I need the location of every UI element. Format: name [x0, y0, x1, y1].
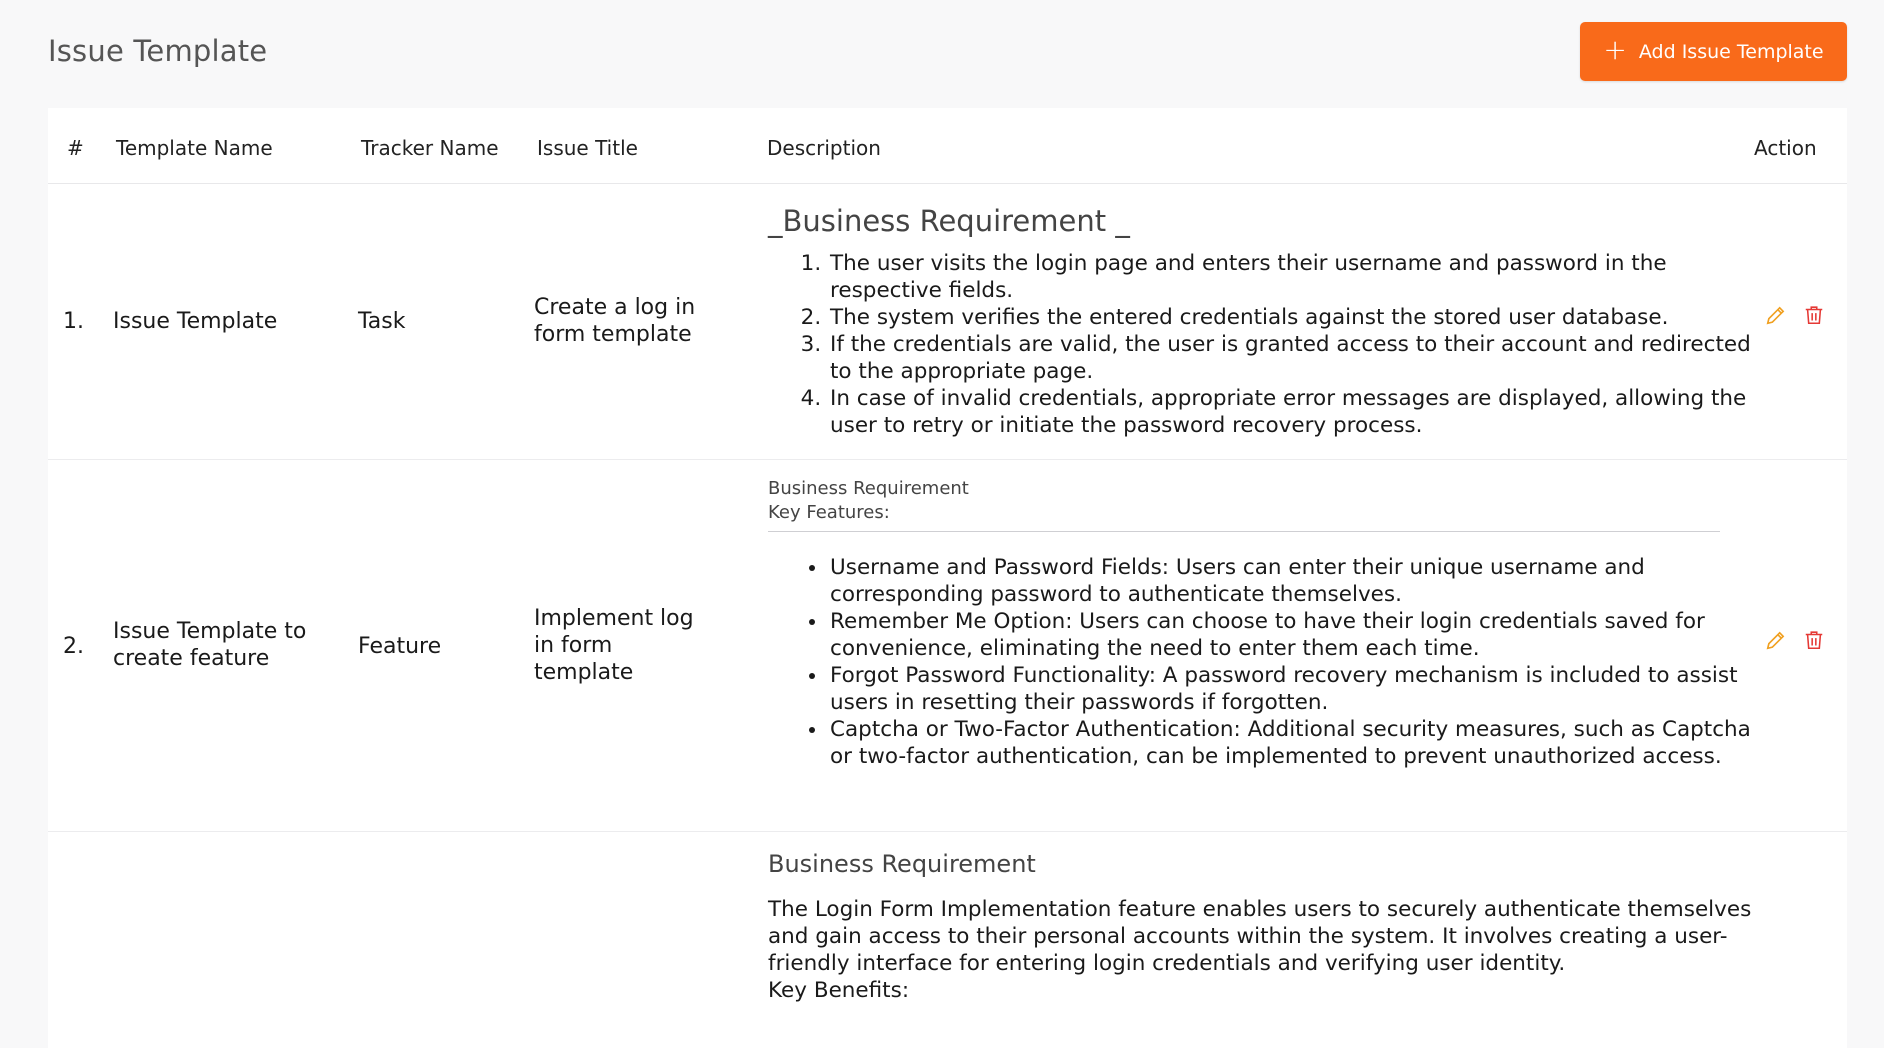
issue-title: Create a log in form template — [534, 295, 696, 347]
description: Business Requirement Key Features: Usern… — [768, 477, 1768, 770]
template-name: Issue Template to create feature — [113, 619, 307, 671]
tracker-name: Feature — [358, 634, 442, 659]
delete-button[interactable] — [1803, 629, 1825, 651]
list-item: The system verifies the entered credenti… — [828, 304, 1768, 331]
pencil-icon — [1766, 631, 1785, 650]
header-divider — [48, 183, 1847, 184]
add-issue-template-button[interactable]: + Add Issue Template — [1580, 22, 1847, 81]
row-divider — [48, 459, 1847, 460]
column-header-description: Description — [767, 136, 881, 160]
pencil-icon — [1766, 306, 1785, 325]
description-sublabel: Key Features: — [768, 502, 890, 523]
description-heading: Business Requirement — [768, 850, 1036, 878]
trash-icon — [1805, 306, 1823, 325]
delete-button[interactable] — [1803, 304, 1825, 326]
list-item: Remember Me Option: Users can choose to … — [828, 608, 1768, 662]
column-header-issue-title: Issue Title — [537, 136, 638, 160]
column-header-index: # — [67, 136, 84, 160]
list-item: Captcha or Two-Factor Authentication: Ad… — [828, 716, 1768, 770]
description: _Business Requirement _ The user visits … — [768, 204, 1768, 439]
list-item: Forgot Password Functionality: A passwor… — [828, 662, 1768, 716]
add-issue-template-label: Add Issue Template — [1638, 40, 1824, 63]
list-item: In case of invalid credentials, appropri… — [828, 385, 1768, 439]
issue-template-table: # Template Name Tracker Name Issue Title… — [48, 108, 1847, 1048]
list-item: If the credentials are valid, the user i… — [828, 331, 1768, 385]
description-paragraph: The Login Form Implementation feature en… — [768, 897, 1752, 976]
edit-button[interactable] — [1765, 629, 1787, 651]
edit-button[interactable] — [1765, 304, 1787, 326]
tracker-name: Task — [358, 309, 406, 334]
template-name: Issue Template — [113, 309, 278, 334]
description: Business Requirement The Login Form Impl… — [768, 850, 1768, 1004]
page-title: Issue Template — [48, 34, 268, 68]
description-label: Business Requirement — [768, 478, 969, 499]
description-heading: _Business Requirement _ — [768, 204, 1130, 238]
row-index: 2. — [63, 634, 84, 659]
trash-icon — [1805, 631, 1823, 650]
column-header-tracker-name: Tracker Name — [361, 136, 499, 160]
row-divider — [48, 831, 1847, 832]
description-divider — [768, 531, 1720, 532]
plus-icon: + — [1603, 33, 1627, 66]
list-item: The user visits the login page and enter… — [828, 250, 1768, 304]
row-index: 1. — [63, 309, 84, 334]
column-header-template-name: Template Name — [116, 136, 273, 160]
issue-title: Implement log in form template — [534, 606, 694, 685]
list-item: Username and Password Fields: Users can … — [828, 554, 1768, 608]
description-trailing: Key Benefits: — [768, 978, 910, 1003]
column-header-action: Action — [1754, 136, 1817, 160]
